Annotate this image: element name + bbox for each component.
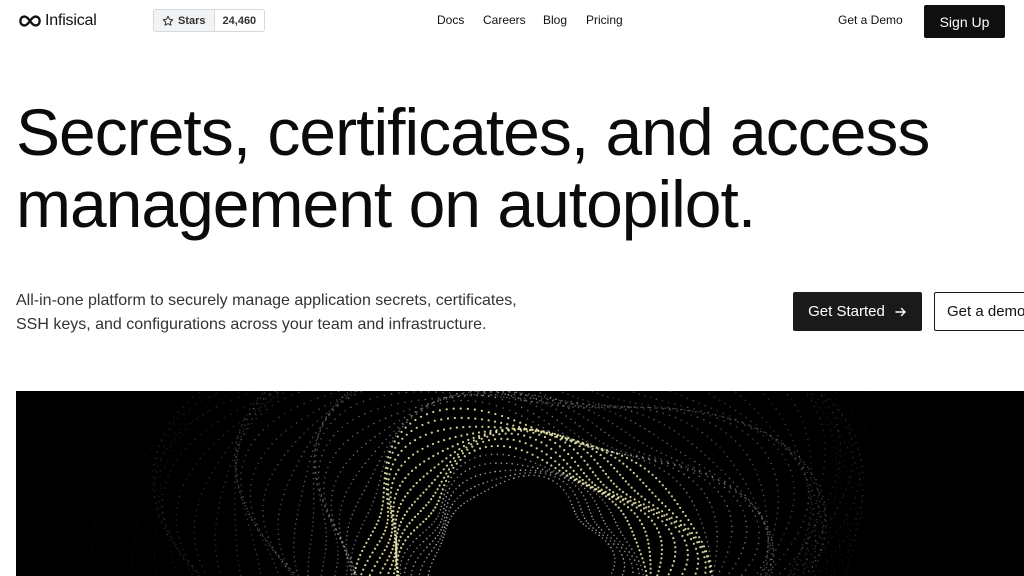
get-started-label: Get Started [808, 303, 885, 320]
github-stars-widget[interactable]: Stars 24,460 [153, 9, 266, 32]
hero-subtitle-line-1: All-in-one platform to securely manage a… [16, 292, 517, 309]
github-stars-button[interactable]: Stars [154, 10, 215, 31]
hero-subtitle-line-2: SSH keys, and configurations across your… [16, 316, 487, 333]
infinity-icon [19, 15, 41, 27]
nav-link-pricing[interactable]: Pricing [586, 13, 623, 27]
hero-title: Secrets, certificates, and access manage… [16, 96, 1006, 240]
stars-label: Stars [178, 14, 206, 27]
brand-logo[interactable]: Infisical [19, 9, 97, 33]
get-a-demo-button[interactable]: Get a demo [934, 292, 1024, 331]
hero-title-line-1: Secrets, certificates, and access [16, 95, 930, 169]
get-started-button[interactable]: Get Started [793, 292, 922, 331]
hero-visual [16, 391, 1024, 576]
top-navigation: Infisical Stars 24,460 Docs Careers Blog… [0, 0, 1024, 42]
brand-name: Infisical [45, 12, 97, 29]
hero-title-line-2: management on autopilot. [16, 167, 756, 241]
nav-link-careers[interactable]: Careers [483, 13, 526, 27]
sign-up-button[interactable]: Sign Up [924, 5, 1005, 38]
get-a-demo-label: Get a demo [947, 303, 1024, 320]
nav-link-blog[interactable]: Blog [543, 13, 567, 27]
hero-subtitle: All-in-one platform to securely manage a… [16, 289, 576, 337]
arrow-right-icon [895, 307, 906, 316]
nav-link-docs[interactable]: Docs [437, 13, 464, 27]
star-icon [162, 15, 174, 26]
particle-ring-graphic [90, 391, 867, 576]
get-demo-link[interactable]: Get a Demo [838, 13, 903, 27]
stars-count[interactable]: 24,460 [214, 10, 265, 31]
